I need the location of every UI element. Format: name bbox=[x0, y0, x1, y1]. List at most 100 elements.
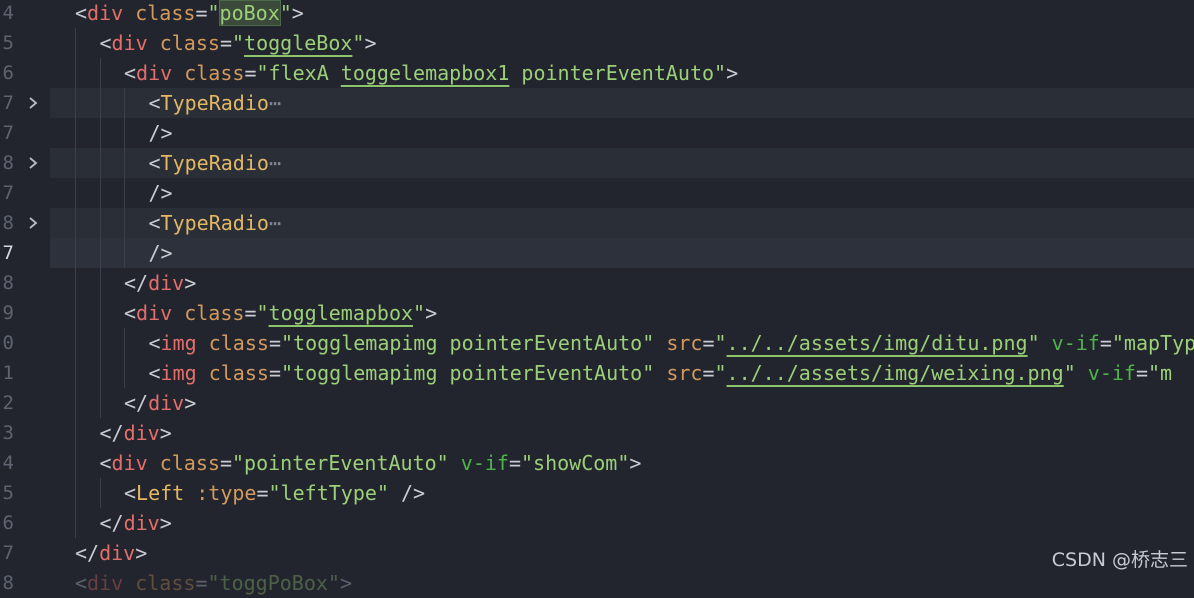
code-text[interactable]: <div class="toggPoBox"> bbox=[75, 568, 352, 598]
line-number: 1 bbox=[0, 358, 14, 388]
code-token: div bbox=[136, 301, 172, 325]
code-line[interactable]: 8<div class="toggPoBox"> bbox=[0, 568, 1194, 598]
code-line[interactable]: 0<img class="togglemapimg pointerEventAu… bbox=[0, 328, 1194, 358]
indent-guide bbox=[124, 208, 125, 238]
indent-guide bbox=[100, 298, 101, 328]
code-text[interactable]: <div class="toggleBox"> bbox=[100, 28, 377, 58]
code-token: "m bbox=[1148, 361, 1172, 385]
indent-guide bbox=[124, 238, 125, 268]
code-line[interactable]: 2</div> bbox=[0, 388, 1194, 418]
code-token: > bbox=[364, 31, 376, 55]
code-token: class bbox=[209, 331, 269, 355]
code-editor[interactable]: 4<div class="poBox">5<div class="toggleB… bbox=[0, 0, 1194, 580]
indent-guide bbox=[75, 448, 76, 478]
code-text[interactable]: <img class="togglemapimg pointerEventAut… bbox=[149, 358, 1173, 388]
code-line[interactable]: 7/> bbox=[0, 118, 1194, 148]
code-token: class bbox=[135, 571, 195, 595]
code-text[interactable]: <div class="pointerEventAuto" v-if="show… bbox=[100, 448, 642, 478]
code-line[interactable]: 1<img class="togglemapimg pointerEventAu… bbox=[0, 358, 1194, 388]
code-text[interactable]: /> bbox=[149, 118, 173, 148]
line-number: 0 bbox=[0, 328, 14, 358]
indent-guide bbox=[100, 88, 101, 118]
code-text[interactable]: </div> bbox=[75, 538, 147, 568]
indent-guide bbox=[124, 118, 125, 148]
code-token: = bbox=[269, 361, 281, 385]
code-line[interactable]: 7/> bbox=[0, 238, 1194, 268]
code-line[interactable]: 4<div class="pointerEventAuto" v-if="sho… bbox=[0, 448, 1194, 478]
line-number: 7 bbox=[0, 538, 14, 568]
code-token: < bbox=[124, 61, 136, 85]
chevron-right-icon[interactable] bbox=[25, 88, 41, 118]
code-token bbox=[197, 361, 209, 385]
code-text[interactable]: <div class="poBox"> bbox=[75, 0, 304, 28]
code-line[interactable]: 3</div> bbox=[0, 418, 1194, 448]
code-token bbox=[184, 481, 196, 505]
code-token: </ bbox=[100, 511, 124, 535]
code-token: = bbox=[702, 331, 714, 355]
code-line[interactable]: 7 </div> bbox=[0, 538, 1194, 568]
code-token: > bbox=[726, 61, 738, 85]
code-line[interactable]: 6</div> bbox=[0, 508, 1194, 538]
code-line[interactable]: 7<TypeRadio⋯ bbox=[0, 88, 1194, 118]
line-number: 8 bbox=[0, 208, 14, 238]
indent-guide bbox=[124, 178, 125, 208]
code-text[interactable]: <div class="togglemapbox"> bbox=[124, 298, 437, 328]
code-token: class bbox=[160, 451, 220, 475]
code-token: = bbox=[256, 481, 268, 505]
code-token: v-if bbox=[1052, 331, 1100, 355]
code-token: " bbox=[714, 361, 726, 385]
code-token: div bbox=[87, 1, 123, 25]
code-token: poBox bbox=[220, 1, 280, 25]
code-line[interactable]: 9<div class="togglemapbox"> bbox=[0, 298, 1194, 328]
code-token: TypeRadio bbox=[161, 91, 269, 115]
code-token: div bbox=[112, 31, 148, 55]
code-line[interactable]: 6<div class="flexA toggelemapbox1 pointe… bbox=[0, 58, 1194, 88]
code-line[interactable]: 4<div class="poBox"> bbox=[0, 0, 1194, 28]
code-text[interactable]: <TypeRadio⋯ bbox=[149, 148, 281, 178]
code-token: = bbox=[195, 571, 207, 595]
code-text[interactable]: /> bbox=[149, 178, 173, 208]
code-text[interactable]: /> bbox=[149, 238, 173, 268]
indent-guide bbox=[100, 178, 101, 208]
indent-guide bbox=[75, 478, 76, 508]
chevron-right-icon[interactable] bbox=[25, 148, 41, 178]
indent-guide bbox=[124, 328, 125, 358]
code-line[interactable]: 7/> bbox=[0, 178, 1194, 208]
code-token: togglemapbox bbox=[269, 301, 414, 325]
code-token: v-if bbox=[1088, 361, 1136, 385]
code-token: img bbox=[161, 361, 197, 385]
code-text[interactable]: <TypeRadio⋯ bbox=[149, 208, 281, 238]
code-token: < bbox=[75, 571, 87, 595]
code-text[interactable]: <div class="flexA toggelemapbox1 pointer… bbox=[124, 58, 738, 88]
code-line[interactable]: 5<Left :type="leftType" /> bbox=[0, 478, 1194, 508]
code-token: TypeRadio bbox=[161, 151, 269, 175]
chevron-right-icon[interactable] bbox=[25, 208, 41, 238]
code-token: "togglemapimg pointerEventAuto" bbox=[281, 361, 654, 385]
code-token: > bbox=[160, 421, 172, 445]
code-text[interactable]: </div> bbox=[100, 508, 172, 538]
code-text[interactable]: </div> bbox=[124, 388, 196, 418]
code-token bbox=[449, 451, 461, 475]
code-token: TypeRadio bbox=[161, 211, 269, 235]
code-line[interactable]: 5<div class="toggleBox"> bbox=[0, 28, 1194, 58]
line-number: 4 bbox=[0, 448, 14, 478]
code-token: ../../assets/img/ditu.png bbox=[727, 331, 1028, 355]
code-text[interactable]: <Left :type="leftType" /> bbox=[124, 478, 425, 508]
code-token: > bbox=[160, 511, 172, 535]
code-line[interactable]: 8<TypeRadio⋯ bbox=[0, 148, 1194, 178]
code-text[interactable]: <img class="togglemapimg pointerEventAut… bbox=[149, 328, 1194, 358]
indent-guide bbox=[75, 358, 76, 388]
indent-guide bbox=[75, 238, 76, 268]
indent-guide bbox=[100, 238, 101, 268]
code-line[interactable]: 8 <TypeRadio⋯ bbox=[0, 208, 1194, 238]
code-token: div bbox=[99, 541, 135, 565]
code-text[interactable]: </div> bbox=[100, 418, 172, 448]
indent-guide bbox=[75, 118, 76, 148]
indent-guide bbox=[100, 118, 101, 148]
code-token: div bbox=[148, 391, 184, 415]
code-text[interactable]: </div> bbox=[124, 268, 196, 298]
code-text[interactable]: <TypeRadio⋯ bbox=[149, 88, 281, 118]
code-line[interactable]: 8</div> bbox=[0, 268, 1194, 298]
code-token: > bbox=[629, 451, 641, 475]
code-token: = bbox=[509, 451, 521, 475]
